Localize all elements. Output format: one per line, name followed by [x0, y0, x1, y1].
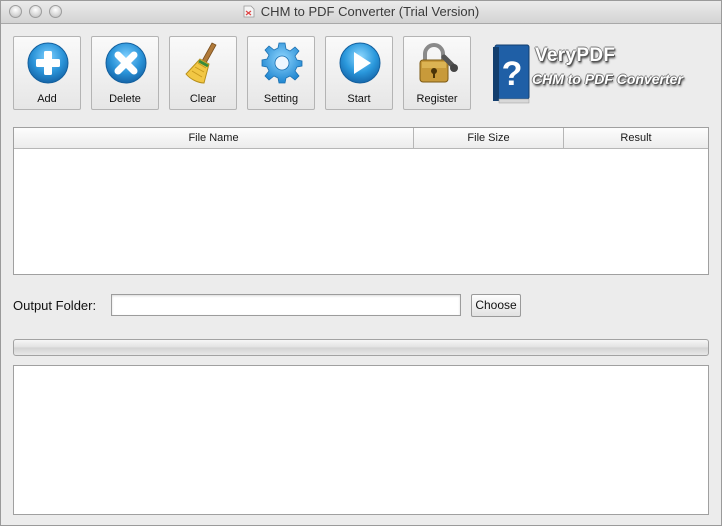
file-table[interactable]: File Name File Size Result — [13, 127, 709, 275]
column-header-file-size[interactable]: File Size — [414, 128, 564, 148]
help-book-icon: ? — [493, 44, 530, 104]
svg-text:?: ? — [502, 55, 523, 93]
app-window: CHM to PDF Converter (Trial Version) Add… — [0, 0, 722, 526]
file-table-header: File Name File Size Result — [14, 128, 708, 149]
padlock-key-icon — [419, 43, 458, 83]
column-header-result[interactable]: Result — [564, 128, 708, 148]
add-button-label: Add — [37, 93, 57, 105]
setting-button-label: Setting — [263, 93, 299, 105]
logo-brand: VeryPDF — [535, 45, 616, 66]
plus-circle-icon — [27, 42, 69, 84]
delete-button-label: Delete — [109, 93, 141, 105]
x-circle-icon — [105, 42, 147, 84]
broom-icon — [185, 42, 217, 84]
register-button[interactable]: Register — [403, 36, 471, 110]
clear-button[interactable]: Clear — [169, 36, 237, 110]
verypdf-logo: ? VeryPDF CHM to PDF Converter — [491, 41, 701, 109]
gear-icon — [261, 42, 303, 84]
window-title-wrap: CHM to PDF Converter (Trial Version) — [1, 4, 721, 19]
choose-button[interactable]: Choose — [471, 294, 521, 317]
document-icon — [243, 5, 255, 18]
add-button[interactable]: Add — [13, 36, 81, 110]
start-button[interactable]: Start — [325, 36, 393, 110]
logo-product: CHM to PDF Converter — [532, 71, 683, 87]
play-icon — [339, 42, 381, 84]
delete-button[interactable]: Delete — [91, 36, 159, 110]
output-folder-label: Output Folder: — [13, 298, 97, 313]
title-bar: CHM to PDF Converter (Trial Version) — [1, 1, 721, 24]
output-folder-input[interactable] — [111, 294, 461, 316]
log-textarea[interactable] — [13, 365, 709, 515]
clear-button-label: Clear — [189, 93, 217, 105]
window-title: CHM to PDF Converter (Trial Version) — [260, 4, 480, 19]
column-header-file-name[interactable]: File Name — [14, 128, 414, 148]
conversion-progress-bar — [13, 339, 709, 356]
setting-button[interactable]: Setting — [247, 36, 315, 110]
register-button-label: Register — [416, 93, 458, 105]
start-button-label: Start — [347, 93, 371, 105]
